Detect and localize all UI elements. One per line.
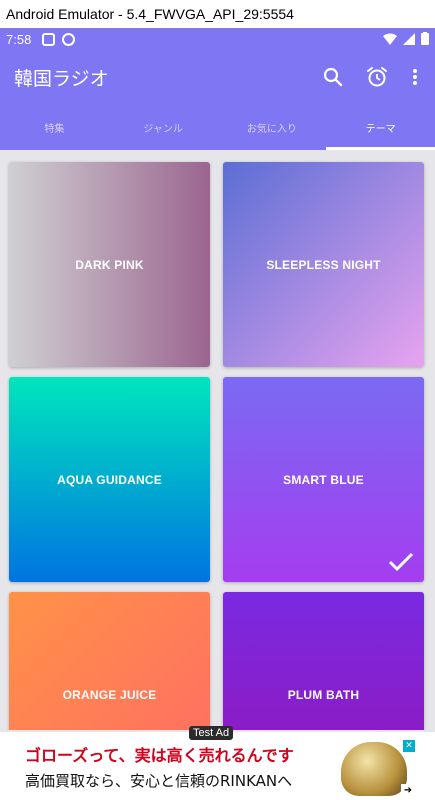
theme-label: SMART BLUE — [283, 472, 364, 487]
alarm-button[interactable] — [362, 62, 392, 92]
ad-subline: 高価買取なら、安心と信頼のRINKANへ — [25, 772, 293, 790]
tab-genre[interactable]: ジャンル — [109, 114, 218, 150]
tab-featured[interactable]: 特集 — [0, 114, 109, 150]
theme-label: ORANGE JUICE — [62, 687, 157, 702]
sync-icon — [62, 33, 75, 46]
alarm-icon — [367, 67, 387, 87]
tab-favorites[interactable]: お気に入り — [218, 114, 327, 150]
ad-headline: ゴローズって、実は高く売れるんです — [25, 746, 294, 765]
status-bar: 7:58 — [0, 28, 435, 52]
ad-banner-area: ゴローズって、実は高く売れるんです 高価買取なら、安心と信頼のRINKANへ ✕… — [0, 726, 435, 800]
theme-label: DARK PINK — [75, 257, 144, 272]
selected-check-icon — [388, 552, 414, 572]
theme-label: SLEEPLESS NIGHT — [266, 257, 381, 272]
more-options-button[interactable] — [400, 62, 430, 92]
theme-grid: DARK PINK SLEEPLESS NIGHT AQUA GUIDANCE … — [0, 150, 435, 730]
theme-card-aqua-guidance[interactable]: AQUA GUIDANCE — [9, 377, 210, 582]
notification-icon — [42, 33, 55, 46]
status-time: 7:58 — [6, 32, 32, 47]
ad-arrow-icon[interactable]: ➜ — [401, 784, 415, 798]
theme-card-dark-pink[interactable]: DARK PINK — [9, 162, 210, 367]
emulator-window-title: Android Emulator - 5.4_FWVGA_API_29:5554 — [0, 0, 435, 28]
app-title: 韓国ラジオ — [14, 68, 109, 90]
search-icon — [323, 67, 343, 87]
ad-product-image — [341, 742, 407, 796]
battery-icon — [421, 32, 429, 45]
ad-close-icon[interactable]: ✕ — [403, 740, 415, 752]
device-screen: 7:58 韓国ラジオ 特集 ジャンル お気に入り テーマ DARK PINK S… — [0, 28, 435, 800]
search-button[interactable] — [318, 62, 348, 92]
app-bar: 韓国ラジオ 特集 ジャンル お気に入り テーマ — [0, 52, 435, 150]
theme-card-smart-blue[interactable]: SMART BLUE — [223, 377, 424, 582]
more-vert-icon — [413, 69, 417, 85]
signal-icon — [403, 32, 415, 45]
theme-card-sleepless-night[interactable]: SLEEPLESS NIGHT — [223, 162, 424, 367]
theme-card-plum-bath[interactable]: PLUM BATH — [223, 592, 424, 730]
ad-banner[interactable]: ゴローズって、実は高く売れるんです 高価買取なら、安心と信頼のRINKANへ ✕… — [17, 738, 417, 800]
tab-bar: 特集 ジャンル お気に入り テーマ — [0, 114, 435, 150]
wifi-icon — [383, 33, 397, 45]
theme-card-orange-juice[interactable]: ORANGE JUICE — [9, 592, 210, 730]
tab-theme[interactable]: テーマ — [326, 114, 435, 150]
theme-label: PLUM BATH — [287, 687, 360, 702]
ad-tag: Test Ad — [189, 726, 234, 740]
theme-label: AQUA GUIDANCE — [57, 472, 162, 487]
